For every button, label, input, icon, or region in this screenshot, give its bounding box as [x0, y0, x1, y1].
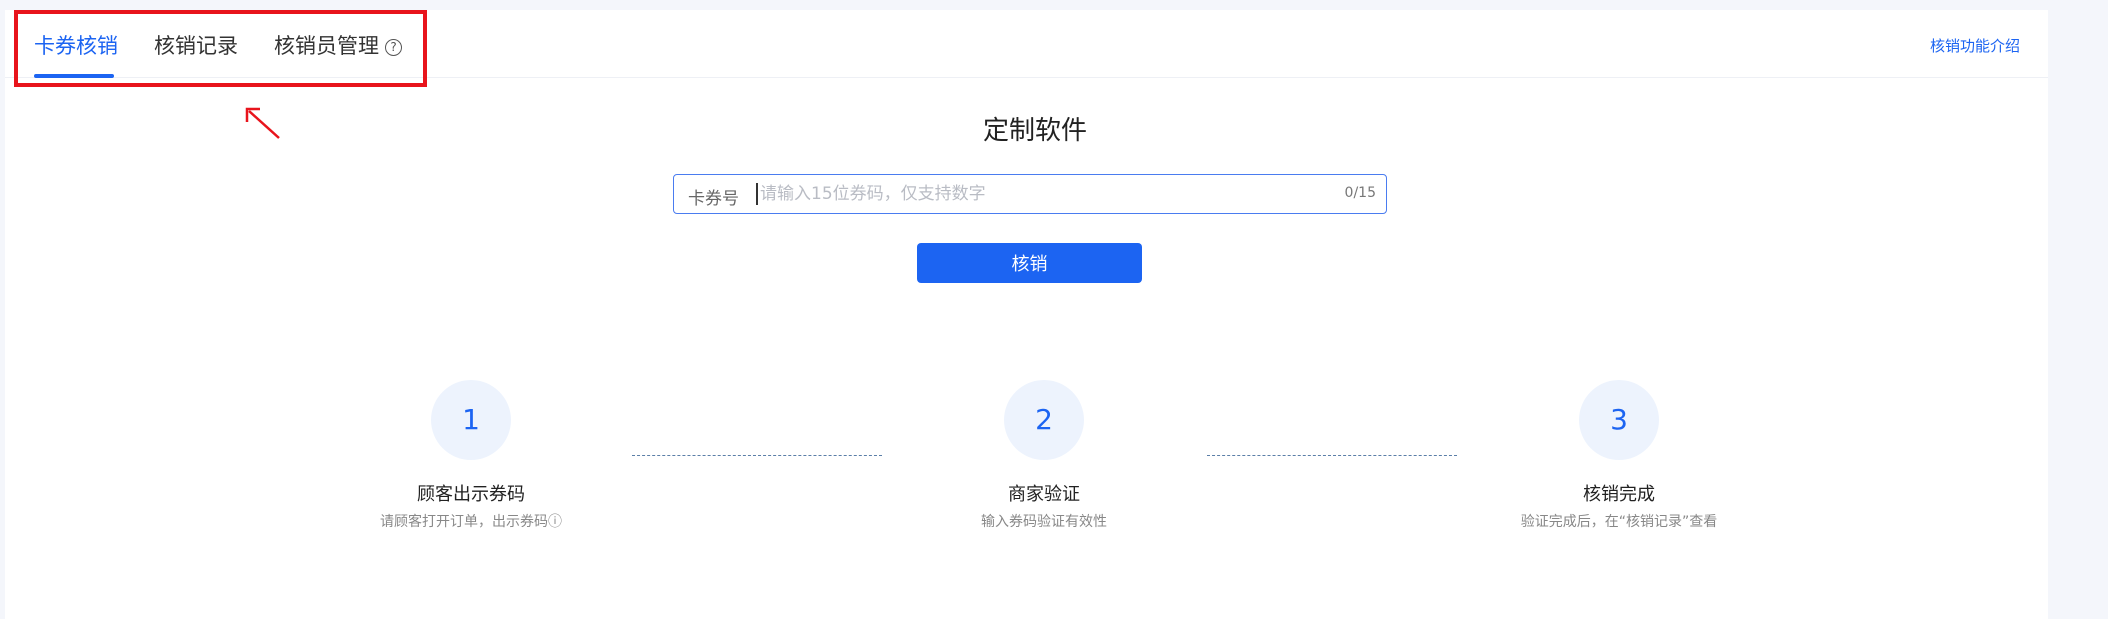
voucher-input-box[interactable]: 卡券号 0/15	[673, 174, 1387, 214]
tab-verify-records[interactable]: 核销记录	[154, 32, 238, 60]
feature-intro-link[interactable]: 核销功能介绍	[1930, 35, 2020, 56]
step-connector-1	[632, 455, 882, 456]
step-2-desc: 输入券码验证有效性	[981, 514, 1107, 530]
step-2-circle: 2	[1004, 380, 1084, 460]
active-tab-indicator	[34, 74, 114, 78]
tab-verify-voucher[interactable]: 卡券核销	[34, 32, 118, 60]
step-1-circle: 1	[431, 380, 511, 460]
tab-label: 核销员管理	[274, 34, 379, 58]
step-1-title: 顾客出示券码	[417, 484, 525, 505]
step-3-desc: 验证完成后，在“核销记录”查看	[1520, 514, 1718, 530]
question-circle-icon[interactable]: ?	[385, 39, 402, 56]
step-3-title: 核销完成	[1583, 484, 1655, 505]
page-title: 定制软件	[982, 116, 1087, 146]
step-1-desc: 请顾客打开订单，出示券码ⓘ	[380, 514, 562, 530]
step-connector-2	[1207, 455, 1457, 456]
tab-label: 卡券核销	[34, 34, 118, 58]
tab-verifier-management[interactable]: 核销员管理?	[274, 32, 402, 60]
tab-bar: 卡券核销 核销记录 核销员管理? 核销功能介绍	[5, 10, 2048, 78]
step-2-title: 商家验证	[1008, 484, 1080, 505]
voucher-code-input[interactable]	[760, 179, 1300, 209]
step-3-circle: 3	[1579, 380, 1659, 460]
char-counter: 0/15	[1344, 185, 1376, 201]
tab-label: 核销记录	[154, 34, 238, 58]
text-caret	[756, 183, 758, 205]
main-panel: 卡券核销 核销记录 核销员管理? 核销功能介绍 定制软件 卡券号 0/15 核销…	[5, 10, 2048, 619]
voucher-input-label: 卡券号	[688, 189, 739, 209]
verify-button[interactable]: 核销	[917, 243, 1142, 283]
